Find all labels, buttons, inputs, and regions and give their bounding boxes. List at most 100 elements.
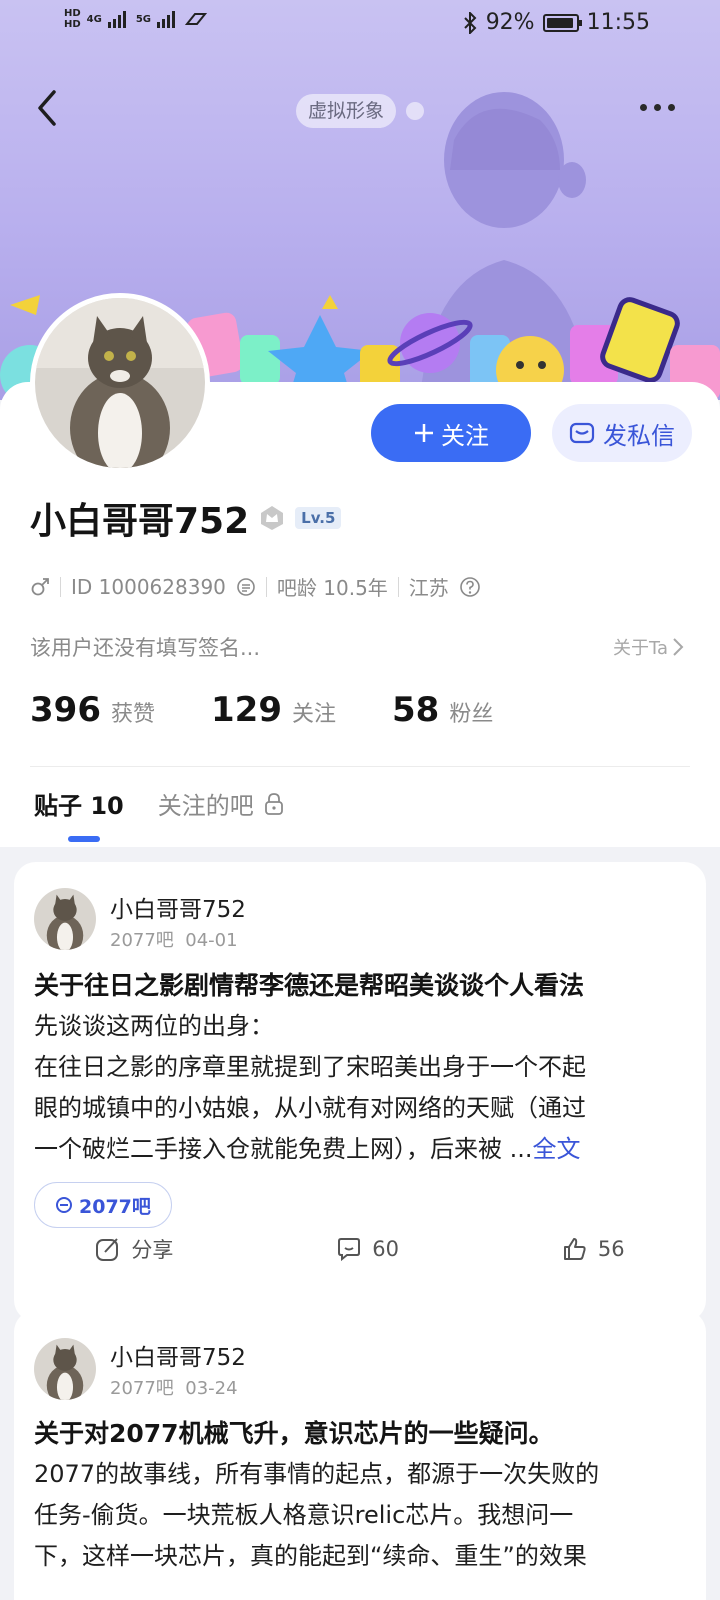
full-text-link[interactable]: 全文	[533, 1135, 581, 1163]
tab-posts[interactable]: 贴子 10	[34, 786, 124, 821]
signal-icon	[107, 11, 126, 28]
crown-badge-icon	[261, 506, 284, 530]
post-date: 04-01	[185, 930, 238, 951]
network-type-1: 4G	[86, 13, 102, 25]
meta-divider	[60, 576, 61, 597]
male-gender-icon	[31, 577, 49, 595]
chip-indicator-dot	[406, 102, 424, 120]
post-title: 关于对2077机械飞升，意识芯片的一些疑问。	[34, 1419, 554, 1448]
profile-avatar[interactable]	[30, 293, 210, 473]
bluetooth-icon	[463, 11, 477, 34]
about-label: 关于Ta	[612, 638, 668, 659]
section-divider	[30, 766, 690, 767]
back-arrow-icon[interactable]	[30, 88, 66, 128]
follow-button-label: 关注	[441, 422, 489, 450]
share-button[interactable]: 分享	[95, 1234, 173, 1264]
forum-tag[interactable]: 2077吧	[34, 1182, 172, 1228]
post-meta: 2077吧 04-01	[110, 926, 238, 952]
stat-label: 关注	[291, 702, 336, 727]
message-button[interactable]: 发私信	[552, 404, 692, 462]
post-body-last-line: 一个破烂二手接入仓就能免费上网），后来被 ...全文	[34, 1129, 690, 1170]
status-right: 92% 11:55	[462, 10, 650, 35]
meta-divider	[397, 576, 399, 597]
network-indicators: HD HD 4G 5G	[64, 8, 208, 30]
post-body-line: 一个破烂二手接入仓就能免费上网），后来被 ...	[34, 1135, 533, 1163]
battery-icon	[542, 13, 582, 32]
follow-button[interactable]: 关注	[371, 404, 531, 462]
profile-tabs: 贴子 10 关注的吧	[34, 786, 284, 821]
comment-button[interactable]: 60	[336, 1234, 399, 1264]
post-body-line: 2077的故事线，所有事情的起点，都源于一次失败的	[34, 1460, 600, 1488]
message-button-label: 发私信	[603, 421, 675, 450]
user-id: ID 1000628390	[71, 574, 226, 599]
tab-active-indicator	[68, 836, 100, 842]
stat-likes[interactable]: 396 获赞	[30, 690, 155, 730]
like-count: 56	[597, 1237, 625, 1261]
stat-value: 58	[392, 690, 440, 730]
stat-label: 获赞	[110, 702, 155, 727]
like-button[interactable]: 56	[562, 1234, 625, 1264]
stat-label: 粉丝	[449, 702, 494, 727]
stat-value: 129	[211, 690, 282, 730]
signal-icon-2	[157, 11, 176, 28]
post-card[interactable]: 小白哥哥752 2077吧 03-24 关于对2077机械飞升，意识芯片的一些疑…	[14, 1310, 706, 1600]
help-icon[interactable]	[459, 576, 481, 598]
stat-value: 396	[30, 690, 101, 730]
network-type-2: 5G	[135, 13, 152, 25]
copy-id-icon[interactable]	[236, 577, 256, 597]
chevron-right-icon	[673, 638, 684, 656]
comment-count: 60	[372, 1237, 399, 1261]
post-author-avatar[interactable]	[34, 888, 96, 950]
status-bar: HD HD 4G 5G 92% 11:55	[0, 0, 720, 50]
post-forum: 2077吧	[110, 930, 174, 951]
virtual-avatar-chip[interactable]: 虚拟形象	[296, 94, 397, 128]
post-body: 先谈谈这两位的出身： 在往日之影的序章里就提到了宋昭美出身于一个不起 眼的城镇中…	[34, 1006, 690, 1170]
post-body-line: 先谈谈这两位的出身：	[34, 1012, 274, 1040]
post-author-name[interactable]: 小白哥哥752	[110, 1338, 246, 1372]
battery-percent: 92%	[485, 10, 535, 35]
cat-photo-small	[34, 1338, 96, 1400]
thumbs-up-icon	[563, 1238, 586, 1260]
post-forum: 2077吧	[110, 1378, 174, 1399]
user-signature: 该用户还没有填写签名...	[30, 636, 261, 660]
clock: 11:55	[586, 10, 650, 35]
about-link[interactable]: 关于Ta	[613, 634, 684, 660]
share-label: 分享	[131, 1238, 174, 1262]
post-body-line: 任务-偷货。一块荒板人格意识relic芯片。我想问一	[34, 1501, 574, 1529]
username-row: 小白哥哥752 Lv.5	[30, 492, 342, 544]
forum-tag-label: 2077吧	[79, 1195, 151, 1218]
tieba-age: 吧龄 10.5年	[276, 576, 388, 600]
profile-stats: 396 获赞 129 关注 58 粉丝	[30, 690, 549, 730]
post-author-name[interactable]: 小白哥哥752	[110, 890, 246, 924]
tieba-logo-icon	[56, 1197, 72, 1213]
post-body-line: 眼的城镇中的小姑娘，从小就有对网络的天赋（通过	[34, 1094, 586, 1122]
cat-photo-small	[34, 888, 96, 950]
post-meta: 2077吧 03-24	[110, 1374, 238, 1400]
stat-followers[interactable]: 58 粉丝	[392, 690, 493, 730]
more-options-icon[interactable]	[640, 104, 675, 111]
hd-icon: HD HD	[64, 8, 81, 30]
share-icon	[96, 1238, 119, 1261]
level-badge: Lv.5	[295, 507, 342, 529]
plus-icon	[415, 424, 433, 442]
post-title: 关于往日之影剧情帮李德还是帮昭美谈谈个人看法	[34, 971, 585, 1000]
data-saver-icon	[185, 13, 208, 25]
cat-photo	[35, 298, 205, 468]
tab-followed-bars-label: 关注的吧	[157, 792, 254, 820]
post-author-avatar[interactable]	[34, 1338, 96, 1400]
post-card[interactable]: 小白哥哥752 2077吧 04-01 关于往日之影剧情帮李德还是帮昭美谈谈个人…	[14, 862, 706, 1322]
stat-following[interactable]: 129 关注	[211, 690, 336, 730]
location: 江苏	[408, 576, 449, 600]
profile-meta: ID 1000628390 吧龄 10.5年 江苏	[30, 572, 481, 601]
username: 小白哥哥752	[30, 501, 250, 542]
post-body: 2077的故事线，所有事情的起点，都源于一次失败的 任务-偷货。一块荒板人格意识…	[34, 1454, 690, 1577]
post-body-line: 下，这样一块芯片，真的能起到“续命、重生”的效果	[34, 1542, 587, 1570]
meta-divider	[265, 576, 267, 597]
post-body-line: 在往日之影的序章里就提到了宋昭美出身于一个不起	[34, 1053, 586, 1081]
mail-icon	[569, 422, 595, 444]
post-actions: 分享 60 56	[14, 1234, 706, 1264]
lock-icon	[264, 792, 283, 815]
tab-followed-bars[interactable]: 关注的吧	[158, 786, 284, 821]
comment-icon	[338, 1238, 361, 1262]
post-date: 03-24	[185, 1378, 238, 1399]
